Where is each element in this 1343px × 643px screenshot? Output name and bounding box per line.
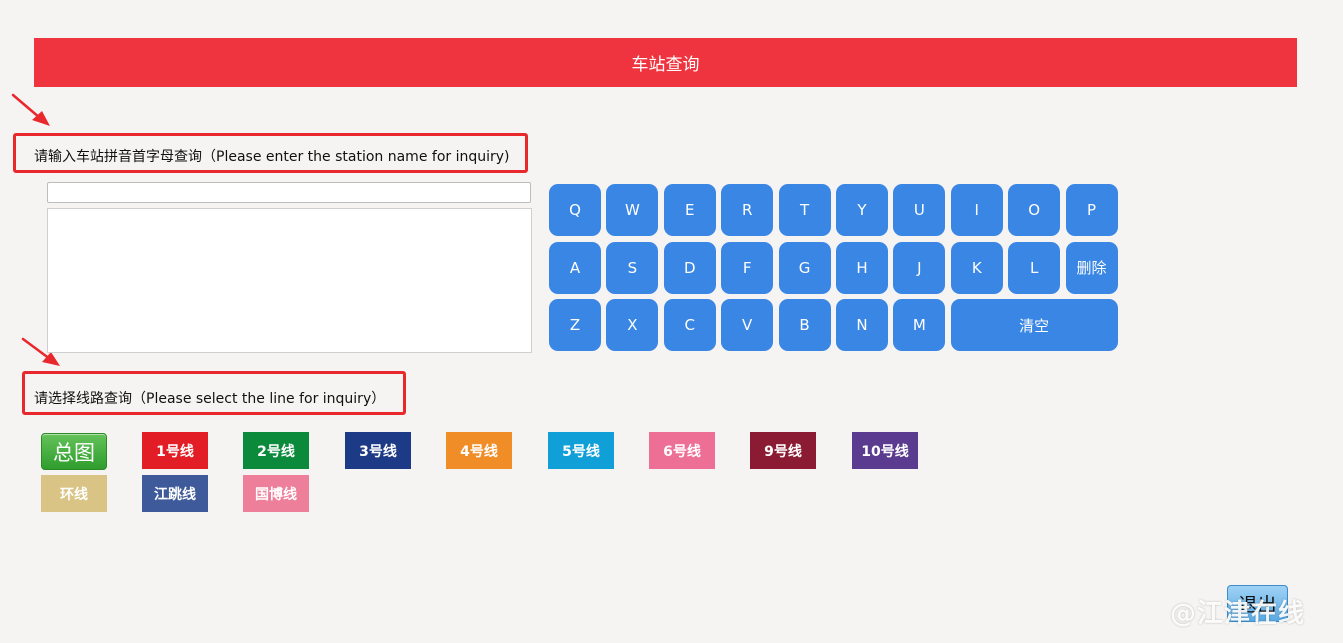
key-u[interactable]: U (893, 184, 946, 236)
line-button-4[interactable]: 4号线 (446, 432, 512, 469)
annotation-arrow-icon (11, 93, 50, 126)
key-n[interactable]: N (835, 299, 888, 351)
key-x[interactable]: X (606, 299, 659, 351)
line-button-3[interactable]: 3号线 (345, 432, 411, 469)
key-a[interactable]: A (549, 241, 601, 294)
delete-key-button[interactable]: 删除 (1065, 241, 1118, 294)
key-m[interactable]: M (893, 299, 946, 351)
key-i[interactable]: I (950, 184, 1003, 236)
clear-key-button[interactable]: 清空 (950, 299, 1118, 351)
key-w[interactable]: W (606, 184, 659, 236)
key-e[interactable]: E (663, 184, 716, 236)
key-d[interactable]: D (663, 241, 716, 294)
key-k[interactable]: K (950, 241, 1003, 294)
key-s[interactable]: S (606, 241, 659, 294)
key-h[interactable]: H (835, 241, 888, 294)
key-v[interactable]: V (721, 299, 774, 351)
line-button-1[interactable]: 1号线 (142, 432, 208, 469)
line-select-label: 请选择线路查询（Please select the line for inqui… (34, 391, 386, 407)
key-r[interactable]: R (721, 184, 774, 236)
key-t[interactable]: T (778, 184, 831, 236)
station-input-label: 请输入车站拼音首字母查询（Please enter the station na… (34, 149, 510, 165)
key-p[interactable]: P (1065, 184, 1118, 236)
line-button-10[interactable]: 10号线 (852, 432, 918, 469)
pinyin-keyboard: Q W E R T Y U I O P A S D F G H J K L 删除… (549, 184, 1118, 351)
key-b[interactable]: B (778, 299, 831, 351)
key-y[interactable]: Y (835, 184, 888, 236)
key-o[interactable]: O (1008, 184, 1061, 236)
line-button-loop[interactable]: 环线 (41, 475, 107, 512)
page-title-bar: 车站查询 (34, 38, 1297, 87)
key-z[interactable]: Z (549, 299, 601, 351)
key-q[interactable]: Q (549, 184, 601, 236)
line-button-guobo[interactable]: 国博线 (243, 475, 309, 512)
key-f[interactable]: F (721, 241, 774, 294)
key-c[interactable]: C (663, 299, 716, 351)
station-search-input[interactable] (47, 182, 531, 203)
line-button-jiangtiao[interactable]: 江跳线 (142, 475, 208, 512)
station-result-list[interactable] (47, 208, 532, 353)
key-j[interactable]: J (893, 241, 946, 294)
line-button-2[interactable]: 2号线 (243, 432, 309, 469)
line-button-5[interactable]: 5号线 (548, 432, 614, 469)
key-l[interactable]: L (1008, 241, 1061, 294)
line-button-overview[interactable]: 总图 (41, 433, 107, 470)
line-button-6[interactable]: 6号线 (649, 432, 715, 469)
page-title: 车站查询 (631, 55, 700, 75)
line-button-9[interactable]: 9号线 (750, 432, 816, 469)
watermark-text: @江津在线 (1170, 599, 1306, 629)
key-g[interactable]: G (778, 241, 831, 294)
